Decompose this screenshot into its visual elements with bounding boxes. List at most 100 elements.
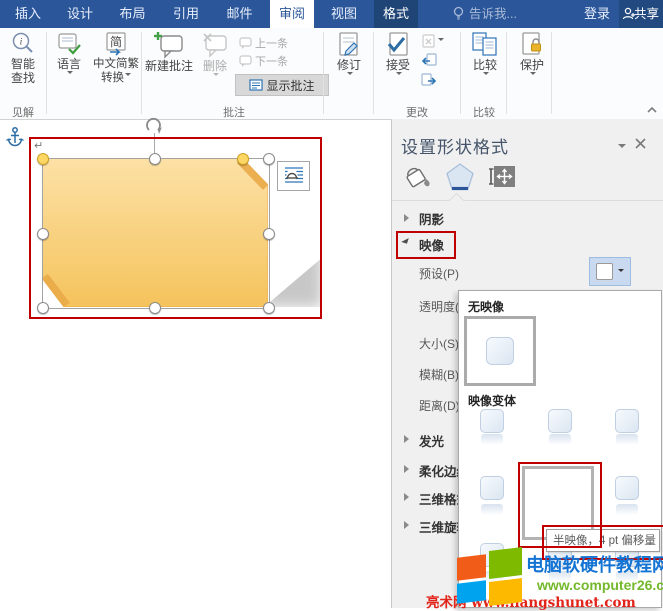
new-comment-label: 新建批注: [145, 59, 193, 73]
preset-dropdown-button[interactable]: [589, 257, 631, 286]
expand-arrow-icon[interactable]: [404, 521, 413, 529]
ribbon-tab-bar: 插入 设计 布局 引用 邮件 审阅 视图 格式 告诉我... 登录 共享: [0, 0, 663, 28]
resize-handle-bottom[interactable]: [149, 302, 161, 314]
pane-options-arrow-icon[interactable]: [618, 144, 626, 152]
delete-comment-button[interactable]: 删除: [196, 31, 234, 79]
rotate-handle[interactable]: [144, 117, 164, 135]
tab-mailings[interactable]: 邮件: [213, 0, 266, 28]
tab-review-active[interactable]: 审阅: [270, 0, 314, 28]
adjust-handle[interactable]: [37, 153, 49, 165]
expand-arrow-icon[interactable]: [404, 493, 413, 501]
reflection-thumb-icon: [480, 543, 504, 567]
tab-insert[interactable]: 插入: [2, 0, 54, 28]
ribbon-divider: [460, 32, 461, 114]
reflection-variant-tile[interactable]: [603, 476, 651, 536]
svg-text:简: 简: [110, 35, 122, 49]
resize-handle-right[interactable]: [263, 228, 275, 240]
accept-button[interactable]: 接受: [378, 31, 418, 78]
ribbon-divider: [551, 32, 552, 114]
next-comment-icon: [238, 55, 252, 67]
reflection-thumb-mirror: [481, 571, 503, 582]
layout-properties-icon[interactable]: [489, 165, 515, 191]
previous-comment-label: 上一条: [255, 35, 288, 51]
ribbon-divider: [323, 32, 324, 114]
layout-options-button[interactable]: [277, 161, 310, 191]
chinese-conversion-label-1: 中文简繁: [93, 57, 139, 71]
dropdown-arrow-icon: [618, 269, 624, 275]
new-comment-button[interactable]: 新建批注: [145, 31, 193, 73]
compare-icon: [470, 31, 500, 58]
group-label-insights: 见解: [0, 104, 46, 120]
resize-handle-top-right[interactable]: [263, 153, 275, 165]
tell-me-box[interactable]: 告诉我...: [452, 0, 517, 28]
accept-icon: [385, 31, 411, 58]
share-label: 共享: [634, 7, 659, 21]
selection-bounding-box: [42, 158, 270, 309]
preset-label: 预设(P): [419, 265, 459, 282]
dropdown-arrow-icon: [530, 72, 536, 78]
tab-design[interactable]: 设计: [54, 0, 106, 28]
expand-arrow-icon[interactable]: [404, 465, 413, 473]
expand-arrow-icon[interactable]: [404, 435, 413, 443]
no-reflection-tile-selected[interactable]: [464, 316, 536, 386]
previous-change-icon: [421, 53, 437, 68]
resize-handle-left[interactable]: [37, 228, 49, 240]
group-label-comments: 批注: [143, 104, 325, 120]
reflection-thumb-mirror: [481, 504, 503, 515]
reflection-thumb-icon: [486, 337, 514, 365]
tell-me-label: 告诉我...: [469, 7, 517, 21]
reflection-variant-tile[interactable]: [603, 409, 651, 469]
document-canvas[interactable]: ↵: [0, 119, 391, 608]
resize-handle-top[interactable]: [149, 153, 161, 165]
show-comments-button[interactable]: 显示批注: [235, 74, 329, 96]
language-button[interactable]: 语言: [50, 31, 88, 77]
collapse-ribbon-icon[interactable]: [646, 105, 658, 115]
track-changes-icon: [336, 31, 362, 58]
section-reflection[interactable]: 映像: [419, 235, 444, 254]
effects-icon-selected[interactable]: [444, 161, 476, 193]
close-pane-icon[interactable]: [634, 137, 647, 150]
next-change-button[interactable]: [421, 73, 437, 88]
adjust-handle[interactable]: [237, 153, 249, 165]
reflection-thumb-mirror: [616, 504, 638, 515]
share-person-icon: [622, 7, 636, 21]
chinese-conversion-label-2: 转换: [101, 72, 124, 84]
resize-handle-bottom-left[interactable]: [37, 302, 49, 314]
show-comments-label: 显示批注: [266, 77, 314, 94]
tab-references[interactable]: 引用: [159, 0, 213, 28]
resize-handle-bottom-right[interactable]: [263, 302, 275, 314]
protect-button[interactable]: 保护: [511, 31, 553, 78]
chinese-conversion-button[interactable]: 简 中文简繁 转换: [92, 31, 140, 85]
compare-button[interactable]: 比较: [464, 31, 506, 78]
section-glow[interactable]: 发光: [419, 431, 444, 450]
collapse-arrow-icon[interactable]: [401, 236, 409, 244]
expand-arrow-icon[interactable]: [404, 214, 413, 222]
reflection-variant-tile[interactable]: [536, 409, 584, 469]
next-comment-label: 下一条: [255, 53, 288, 69]
sign-in-button[interactable]: 登录: [574, 0, 620, 28]
tab-layout[interactable]: 布局: [106, 0, 159, 28]
pane-tab-caret: [449, 193, 465, 209]
reflection-variant-tile[interactable]: [468, 409, 516, 469]
smart-lookup-magnifier-icon: i: [10, 31, 36, 57]
fill-line-icon[interactable]: [402, 163, 434, 191]
tab-view[interactable]: 视图: [318, 0, 370, 28]
share-button[interactable]: 共享: [619, 0, 663, 28]
previous-comment-icon: [238, 37, 252, 49]
accept-label: 接受: [386, 58, 410, 72]
previous-change-button[interactable]: [421, 53, 437, 68]
next-comment-button[interactable]: 下一条: [238, 53, 288, 69]
track-changes-button[interactable]: 修订: [327, 31, 371, 78]
object-anchor-icon: [6, 126, 24, 148]
tab-format-contextual[interactable]: 格式: [374, 0, 418, 28]
smart-lookup-button[interactable]: i 智能 查找: [2, 31, 44, 85]
new-comment-icon: [154, 31, 184, 59]
reflection-variant-tile[interactable]: [468, 476, 516, 536]
section-shadow[interactable]: 阴影: [419, 209, 444, 228]
reject-change-icon: [421, 34, 437, 48]
dropdown-arrow-icon: [213, 73, 219, 79]
reject-change-button[interactable]: [421, 34, 444, 48]
size-label: 大小(S): [419, 335, 459, 352]
dropdown-arrow-icon: [396, 72, 402, 78]
previous-comment-button[interactable]: 上一条: [238, 35, 288, 51]
